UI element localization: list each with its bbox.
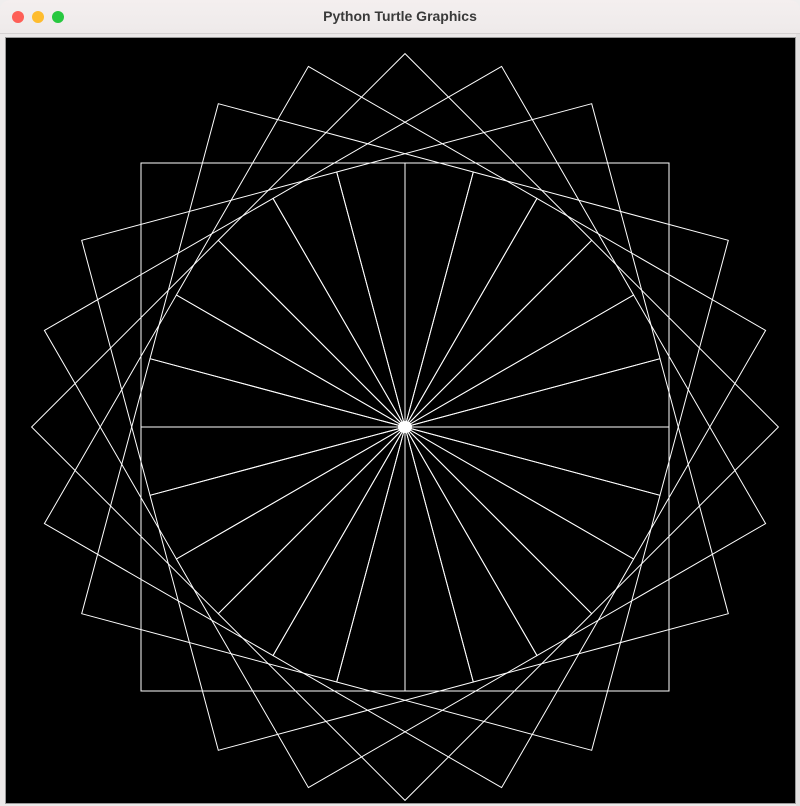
title-bar[interactable]: Python Turtle Graphics xyxy=(0,0,800,34)
window-title: Python Turtle Graphics xyxy=(323,8,477,24)
turtle-canvas[interactable] xyxy=(5,37,796,804)
turtle-drawing xyxy=(30,52,780,802)
window-edge xyxy=(796,34,800,806)
turtle-graphics-window: Python Turtle Graphics xyxy=(0,0,800,806)
turtle-cursor-icon xyxy=(398,421,412,433)
